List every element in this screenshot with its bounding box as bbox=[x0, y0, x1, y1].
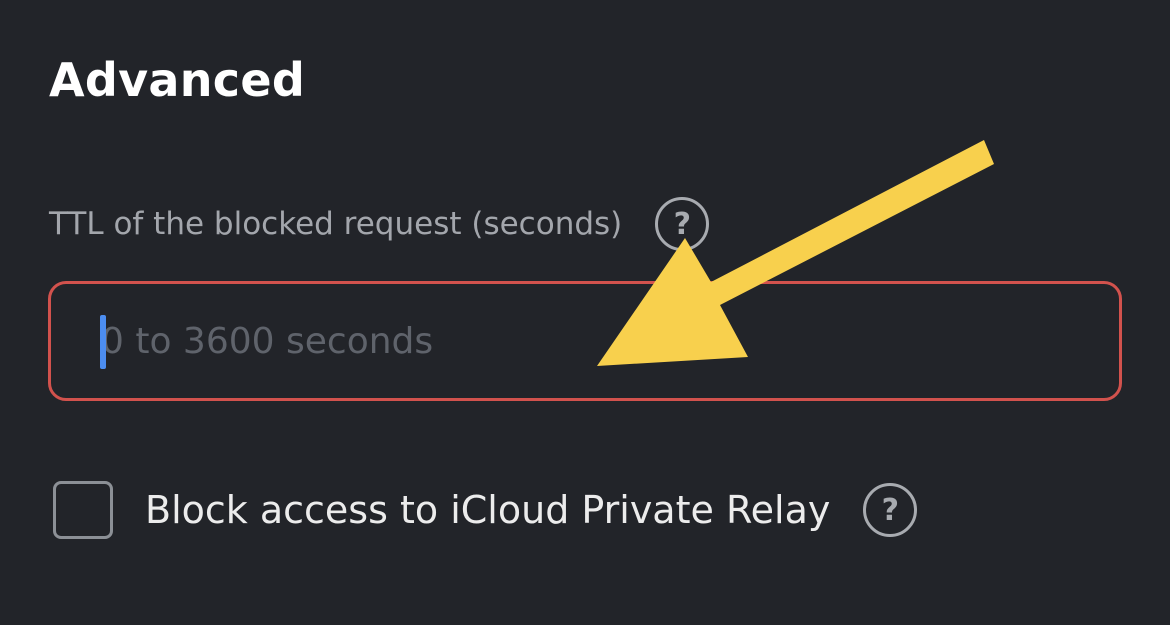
ttl-input-container bbox=[48, 281, 1122, 401]
ttl-field-label: TTL of the blocked request (seconds) bbox=[49, 206, 623, 242]
ttl-seconds-input[interactable] bbox=[101, 284, 1081, 398]
section-title: Advanced bbox=[49, 53, 306, 107]
question-circle-icon[interactable]: ? bbox=[655, 197, 710, 251]
question-circle-icon[interactable]: ? bbox=[863, 483, 918, 537]
text-cursor bbox=[100, 315, 106, 369]
advanced-settings-panel: Advanced TTL of the blocked request (sec… bbox=[0, 0, 1170, 625]
ttl-label-row: TTL of the blocked request (seconds) ? bbox=[49, 196, 710, 252]
icloud-relay-checkbox[interactable] bbox=[53, 481, 113, 539]
icloud-relay-option: Block access to iCloud Private Relay ? bbox=[53, 480, 918, 540]
icloud-relay-label[interactable]: Block access to iCloud Private Relay bbox=[145, 486, 830, 534]
